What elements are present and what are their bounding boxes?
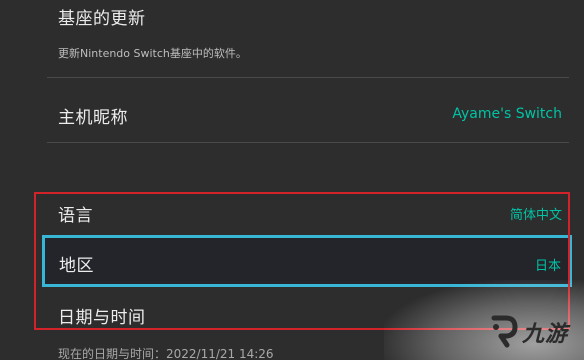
console-nickname-row[interactable]: 主机昵称 Ayame's Switch	[0, 90, 584, 142]
divider	[47, 142, 569, 143]
annotation-highlight-box	[34, 192, 570, 330]
dock-update-description: 更新Nintendo Switch基座中的软件。	[58, 47, 247, 60]
console-nickname-label: 主机昵称	[58, 108, 128, 128]
dock-update-title[interactable]: 基座的更新	[58, 4, 146, 29]
current-date-time-text: 现在的日期与时间：2022/11/21 14:26	[58, 347, 274, 360]
divider	[47, 77, 569, 78]
console-nickname-value: Ayame's Switch	[452, 106, 562, 122]
